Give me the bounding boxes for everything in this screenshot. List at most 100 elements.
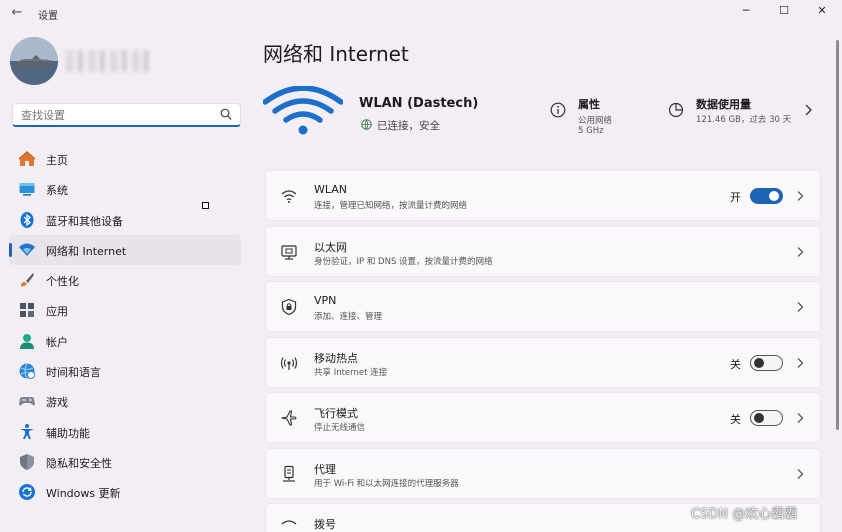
- card-description: 用于 Wi-Fi 和以太网连接的代理服务器: [314, 478, 459, 489]
- wifi-icon: [19, 243, 35, 256]
- sidebar-item-personalization[interactable]: 个性化: [9, 265, 241, 295]
- globe-clock-icon: [19, 363, 35, 380]
- page-title: 网络和 Internet: [263, 42, 409, 66]
- data-usage-link[interactable]: 数据使用量: [696, 96, 751, 112]
- card-title: 移动热点: [314, 351, 358, 365]
- airplane-icon: [281, 410, 297, 426]
- sidebar-item-label: Windows 更新: [46, 487, 121, 501]
- app-title: 设置: [38, 11, 58, 22]
- avatar[interactable]: [10, 37, 58, 85]
- hotspot-icon: [280, 356, 298, 370]
- sidebar-item-label: 辅助功能: [46, 426, 90, 440]
- network-profile-type: 公用网络: [578, 116, 613, 126]
- card-title: 以太网: [314, 240, 347, 254]
- bluetooth-icon: [20, 211, 34, 228]
- gamepad-icon: [19, 397, 35, 406]
- mouse-cursor: [202, 202, 209, 209]
- sidebar-item-label: 隐私和安全性: [46, 456, 112, 470]
- card-description: 停止无线通信: [314, 423, 366, 433]
- mobile-hotspot-toggle[interactable]: [750, 354, 783, 371]
- search-box[interactable]: [12, 103, 241, 127]
- sidebar-item-label: 系统: [46, 184, 68, 198]
- vpn-card[interactable]: VPN 添加、连接、管理: [265, 281, 821, 332]
- back-button[interactable]: ←: [8, 5, 26, 21]
- sidebar-item-label: 网络和 Internet: [46, 244, 127, 258]
- sidebar-item-label: 帐户: [46, 335, 68, 349]
- sidebar-item-time-language[interactable]: 时间和语言: [9, 356, 241, 386]
- sidebar-item-label: 应用: [46, 305, 68, 319]
- dialup-icon: [281, 520, 297, 525]
- chevron-right-icon: [797, 413, 804, 423]
- chevron-right-icon: [797, 246, 804, 257]
- chevron-right-icon: [797, 191, 804, 201]
- accessibility-icon: [20, 423, 34, 439]
- card-description: 连接，管理已知网络，按流量计费的网络: [314, 201, 468, 211]
- account-icon: [20, 333, 34, 349]
- sidebar-item-privacy[interactable]: 隐私和安全性: [9, 447, 241, 477]
- chevron-right-icon: [797, 357, 804, 368]
- proxy-card[interactable]: 代理 用于 Wi-Fi 和以太网连接的代理服务器: [265, 447, 821, 499]
- maximize-button[interactable]: ☐: [772, 2, 796, 20]
- card-description: 身份验证，IP 和 DNS 设置，按流量计费的网络: [314, 256, 493, 267]
- wifi-large-icon: [263, 86, 343, 135]
- ethernet-card[interactable]: 以太网 身份验证，IP 和 DNS 设置，按流量计费的网络: [265, 225, 821, 277]
- shield-icon: [20, 453, 34, 470]
- watermark: CSDN @欢心霸霸: [691, 507, 798, 522]
- avatar-image: [10, 37, 58, 85]
- network-band: 5 GHz: [578, 126, 604, 136]
- card-title: 拨号: [314, 518, 336, 531]
- card-title: WLAN: [314, 183, 348, 196]
- card-title: 代理: [314, 462, 336, 476]
- airplane-mode-toggle[interactable]: [750, 410, 783, 426]
- sidebar-item-accounts[interactable]: 帐户: [9, 326, 241, 356]
- title-bar: ← 设置 ─ ☐ ✕: [0, 0, 842, 28]
- card-title: 飞行模式: [314, 407, 358, 420]
- sidebar-item-accessibility[interactable]: 辅助功能: [9, 417, 241, 447]
- wifi-icon: [281, 190, 297, 203]
- proxy-icon: [283, 465, 295, 482]
- info-icon[interactable]: [550, 102, 566, 118]
- sidebar-item-label: 蓝牙和其他设备: [46, 214, 123, 228]
- sidebar-item-windows-update[interactable]: Windows 更新: [9, 477, 241, 507]
- properties-link[interactable]: 属性: [578, 96, 600, 112]
- scrollbar[interactable]: [836, 40, 839, 430]
- data-usage-icon[interactable]: [668, 102, 684, 118]
- mobile-hotspot-card[interactable]: 移动热点 共享 Internet 连接 关: [265, 336, 821, 388]
- sidebar-item-home[interactable]: 主页: [9, 144, 241, 174]
- minimize-button[interactable]: ─: [734, 2, 758, 20]
- paintbrush-icon: [21, 273, 34, 287]
- wlan-card[interactable]: WLAN 连接，管理已知网络，按流量计费的网络 开: [265, 170, 821, 221]
- close-button[interactable]: ✕: [810, 2, 834, 20]
- sidebar-item-label: 时间和语言: [46, 366, 101, 380]
- toggle-knob: [754, 357, 764, 368]
- card-description: 共享 Internet 连接: [314, 367, 388, 378]
- chevron-right-icon[interactable]: [803, 103, 813, 117]
- data-usage-value: 121.46 GB，过去 30 天: [696, 115, 792, 125]
- toggle-knob: [754, 413, 764, 423]
- sidebar-item-label: 个性化: [46, 275, 79, 289]
- toggle-state-label: 关: [730, 357, 741, 371]
- toggle-knob: [769, 191, 779, 201]
- sidebar-item-gaming[interactable]: 游戏: [9, 386, 241, 416]
- chevron-right-icon: [797, 302, 804, 312]
- search-input[interactable]: [21, 107, 211, 123]
- globe-icon: [361, 119, 372, 130]
- sidebar-item-system[interactable]: 系统: [9, 174, 241, 204]
- monitor-icon: [19, 183, 35, 196]
- apps-icon: [20, 303, 34, 318]
- sidebar-item-bluetooth[interactable]: 蓝牙和其他设备: [9, 205, 241, 235]
- home-icon: [18, 151, 36, 166]
- search-icon[interactable]: [220, 108, 232, 122]
- sidebar-nav: 主页 系统 蓝牙和其他设备 网络和 Internet 个性化 应用 帐户 时间和…: [9, 144, 241, 508]
- sidebar-item-label: 游戏: [46, 396, 68, 410]
- toggle-state-label: 开: [730, 191, 741, 204]
- sidebar-item-label: 主页: [46, 154, 68, 167]
- sidebar-item-network[interactable]: 网络和 Internet: [9, 234, 241, 266]
- toggle-state-label: 关: [730, 413, 741, 426]
- airplane-mode-card[interactable]: 飞行模式 停止无线通信 关: [265, 392, 821, 443]
- connection-name: WLAN (Dastech): [359, 96, 479, 111]
- wlan-toggle[interactable]: [750, 188, 783, 204]
- card-title: VPN: [314, 294, 337, 307]
- connection-status: 已连接，安全: [377, 120, 440, 132]
- sidebar-item-apps[interactable]: 应用: [9, 295, 241, 325]
